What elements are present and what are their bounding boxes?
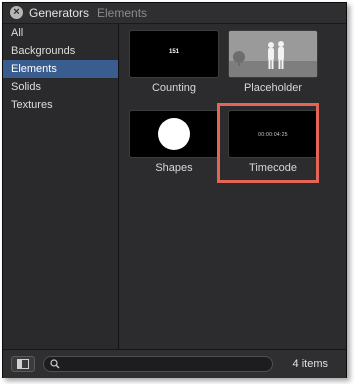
- generator-label: Timecode: [249, 162, 297, 174]
- generator-label: Placeholder: [243, 82, 303, 94]
- sidebar-item-label: Textures: [11, 99, 53, 111]
- sidebar-item-backgrounds[interactable]: Backgrounds: [3, 42, 118, 60]
- sidebar-item-textures[interactable]: Textures: [3, 96, 118, 114]
- search-field[interactable]: [43, 356, 273, 372]
- close-icon[interactable]: ×: [10, 6, 23, 19]
- shapes-thumbnail[interactable]: [129, 110, 219, 158]
- item-count: 4 items: [292, 358, 328, 370]
- placeholder-people-icon: [229, 31, 317, 77]
- search-icon: [50, 359, 60, 369]
- window-subtitle: Elements: [97, 6, 148, 20]
- timecode-thumbnail[interactable]: 00:00:04:25: [228, 110, 318, 158]
- placeholder-thumbnail[interactable]: [228, 30, 318, 78]
- sidebar-item-label: Solids: [11, 81, 41, 93]
- sidebar-item-all[interactable]: All: [3, 24, 118, 42]
- sidebar-item-elements[interactable]: Elements: [3, 60, 118, 78]
- sidebar-toggle-button[interactable]: [11, 356, 35, 372]
- counting-thumbnail[interactable]: 151: [129, 30, 219, 78]
- generator-item-timecode[interactable]: 00:00:04:25 Timecode: [228, 110, 318, 174]
- footer-bar: 4 items: [3, 349, 346, 378]
- sidebar-item-label: All: [11, 27, 24, 39]
- generator-item-shapes[interactable]: Shapes: [129, 110, 219, 174]
- counting-thumbnail-text: 151: [168, 49, 179, 55]
- generator-grid: 151 Counting Placeholder Shapes 00:00:04…: [119, 24, 346, 349]
- timecode-thumbnail-text: 00:00:04:25: [258, 132, 288, 138]
- generator-label: Counting: [151, 82, 197, 94]
- generators-browser: × Generators Elements All Backgrounds El…: [2, 2, 347, 378]
- generator-item-placeholder[interactable]: Placeholder: [228, 30, 318, 94]
- window-title: Generators: [29, 6, 90, 20]
- sidebar-item-label: Backgrounds: [11, 45, 76, 57]
- sidebar: All Backgrounds Elements Solids Textures: [3, 24, 119, 349]
- generator-item-counting[interactable]: 151 Counting: [129, 30, 219, 94]
- generator-label: Shapes: [155, 162, 193, 174]
- sidebar-item-solids[interactable]: Solids: [3, 78, 118, 96]
- circle-shape-icon: [158, 118, 190, 150]
- sidebar-toggle-icon: [17, 359, 29, 369]
- header-bar: × Generators Elements: [3, 3, 346, 24]
- sidebar-item-label: Elements: [11, 63, 57, 75]
